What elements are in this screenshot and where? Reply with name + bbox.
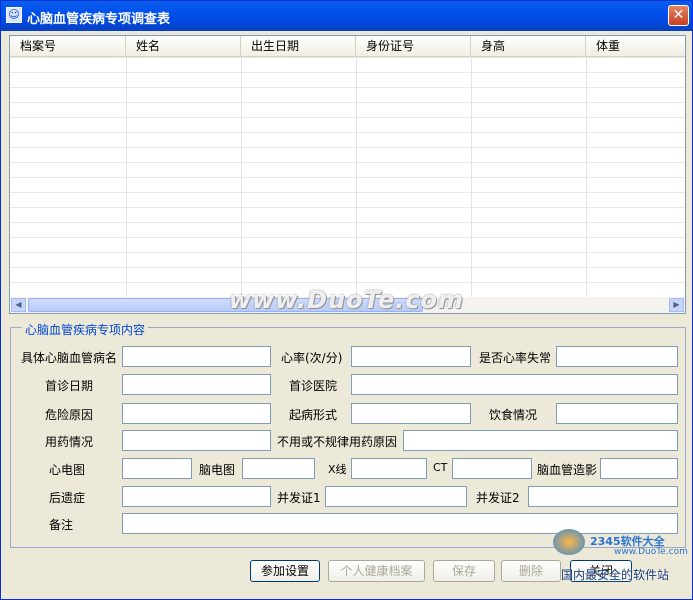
table-body[interactable]	[10, 57, 685, 297]
column-header-height[interactable]: 身高	[471, 36, 586, 56]
column-header-id-number[interactable]: 身份证号	[356, 36, 471, 56]
dialog-window: ☺ 心脑血管疾病专项调查表 ✕ 档案号 姓名 出生日期 身份证号 身高 体重 ◀…	[0, 0, 693, 600]
window-title: 心脑血管疾病专项调查表	[27, 12, 171, 27]
title-bar[interactable]: ☺ 心脑血管疾病专项调查表 ✕	[1, 1, 692, 31]
scroll-right-icon[interactable]: ▶	[669, 298, 684, 312]
watermark-url: www.DuoTe.com	[614, 547, 688, 557]
ecg-label: 心电图	[49, 463, 86, 477]
column-header-birth-date[interactable]: 出生日期	[241, 36, 356, 56]
watermark-text: www.DuoTe.com	[229, 286, 464, 314]
first-visit-hospital-label: 首诊医院	[289, 379, 338, 393]
first-visit-date-label: 首诊日期	[45, 379, 94, 393]
column-header-weight[interactable]: 体重	[586, 36, 685, 56]
xray-label: X线	[328, 463, 347, 476]
first-visit-hospital-input[interactable]	[351, 374, 678, 395]
watermark-logo-icon	[553, 529, 585, 555]
first-visit-date-input[interactable]	[122, 374, 271, 395]
column-divider	[241, 57, 242, 297]
column-divider	[356, 57, 357, 297]
sequelae-label: 后遗症	[49, 491, 86, 505]
close-window-button[interactable]: ✕	[668, 5, 689, 26]
arrhythmia-label: 是否心率失常	[479, 351, 552, 365]
settings-button[interactable]: 参加设置	[250, 560, 320, 582]
ct-label: CT	[433, 461, 448, 474]
health-record-button[interactable]: 个人健康档案	[328, 560, 425, 582]
complication1-label: 并发证1	[277, 491, 321, 505]
column-header-name[interactable]: 姓名	[126, 36, 241, 56]
eeg-input[interactable]	[242, 458, 315, 479]
scroll-left-icon[interactable]: ◀	[11, 298, 26, 312]
onset-form-input[interactable]	[351, 403, 471, 424]
column-divider	[471, 57, 472, 297]
table-header: 档案号 姓名 出生日期 身份证号 身高 体重	[10, 36, 685, 57]
group-title: 心脑血管疾病专项内容	[22, 321, 149, 338]
angiography-input[interactable]	[600, 458, 678, 479]
no-med-reason-input[interactable]	[403, 430, 678, 451]
risk-cause-label: 危险原因	[45, 408, 94, 422]
xray-input[interactable]	[351, 458, 427, 479]
complication1-input[interactable]	[325, 486, 467, 507]
remarks-label: 备注	[49, 518, 74, 532]
risk-cause-input[interactable]	[122, 403, 271, 424]
remarks-input[interactable]	[122, 513, 678, 534]
diet-label: 饮食情况	[489, 408, 538, 422]
column-divider	[586, 57, 587, 297]
sequelae-input[interactable]	[122, 486, 271, 507]
column-divider	[126, 57, 127, 297]
ecg-input[interactable]	[122, 458, 192, 479]
records-table[interactable]: 档案号 姓名 出生日期 身份证号 身高 体重 ◀ ▶	[9, 35, 686, 314]
disease-name-label: 具体心脑血管病名	[21, 351, 118, 365]
onset-form-label: 起病形式	[289, 408, 338, 422]
angiography-label: 脑血管造影	[537, 463, 598, 477]
complication2-label: 并发证2	[476, 491, 520, 505]
no-med-reason-label: 不用或不规律用药原因	[277, 435, 398, 449]
diet-input[interactable]	[556, 403, 678, 424]
app-icon: ☺	[6, 7, 22, 23]
disease-name-input[interactable]	[122, 346, 271, 367]
arrhythmia-input[interactable]	[556, 346, 678, 367]
heart-rate-input[interactable]	[351, 346, 471, 367]
medication-input[interactable]	[122, 430, 271, 451]
eeg-label: 脑电图	[199, 463, 236, 477]
ct-input[interactable]	[452, 458, 532, 479]
heart-rate-label: 心率(次/分)	[281, 351, 343, 365]
save-button[interactable]: 保存	[433, 560, 495, 582]
delete-button[interactable]: 删除	[501, 560, 561, 582]
watermark-site-text: 国内最安全的软件站	[561, 568, 670, 582]
medication-label: 用药情况	[45, 435, 94, 449]
column-header-record-no[interactable]: 档案号	[10, 36, 126, 56]
complication2-input[interactable]	[528, 486, 678, 507]
